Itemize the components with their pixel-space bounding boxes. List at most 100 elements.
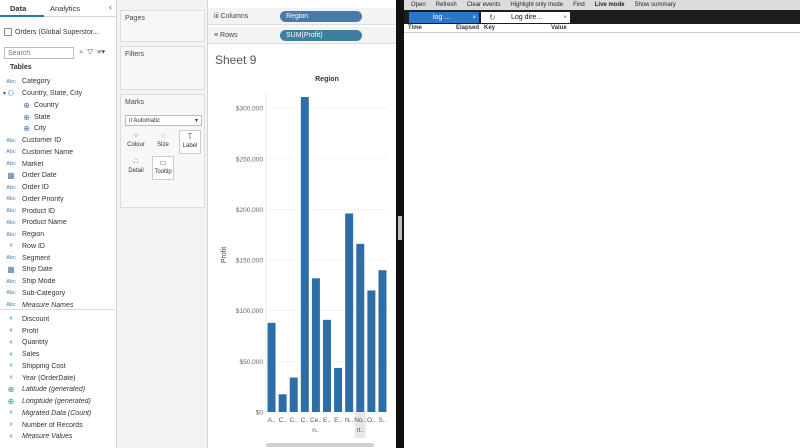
field-item[interactable]: Abc Product ID <box>0 205 115 217</box>
bar[interactable] <box>323 319 331 412</box>
field-item[interactable]: Abc Category <box>0 76 115 88</box>
log-menu-item[interactable]: Refresh <box>436 2 457 8</box>
detail-button[interactable]: ∴ Detail <box>125 156 147 180</box>
field-item[interactable]: Abc Region <box>0 229 115 241</box>
field-item[interactable]: # Shipping Cost <box>0 361 115 373</box>
field-item[interactable]: ⊕ City <box>0 123 115 135</box>
log-menu-item[interactable]: Highlight only mode <box>510 2 563 8</box>
field-item[interactable]: # Migrated Data (Count) <box>0 408 115 420</box>
field-item[interactable]: # Profit <box>0 325 115 337</box>
tab-analytics[interactable]: Analytics <box>50 4 80 13</box>
data-pane: Data Analytics ‹ Orders (Global Supersto… <box>0 0 117 448</box>
cards-column: Pages Filters Marks ıl Automatic ▾ ⁘ Colo… <box>117 0 208 448</box>
field-item[interactable]: # Quantity <box>0 337 115 349</box>
field-item[interactable]: # Year (OrderDate) <box>0 372 115 384</box>
bar[interactable] <box>367 290 376 412</box>
field-item[interactable]: Abc Market <box>0 158 115 170</box>
profit-pill[interactable]: SUM(Profit) <box>280 29 362 41</box>
collapse-icon[interactable]: ‹ <box>109 2 112 12</box>
tooltip-button[interactable]: ▭ Tooltip <box>152 156 174 180</box>
col-value[interactable]: Value <box>551 25 567 31</box>
field-item[interactable]: ⊕ Latitude (generated) <box>0 384 115 396</box>
field-item[interactable]: # Sales <box>0 349 115 361</box>
log-menu-item[interactable]: Clear events <box>467 2 501 8</box>
field-item[interactable]: ⊕ Longitude (generated) <box>0 396 115 408</box>
label-button[interactable]: T Label <box>179 130 201 154</box>
log-directory-tab[interactable]: ↻ Log dire... × <box>481 12 570 23</box>
splitter-grip[interactable] <box>398 216 402 240</box>
log-menu-item[interactable]: Show summary <box>634 2 675 8</box>
field-item[interactable]: ▦ Ship Date <box>0 264 115 276</box>
log-menu-item[interactable]: Open <box>411 2 426 8</box>
field-item[interactable]: Abc Ship Mode <box>0 276 115 288</box>
search-input[interactable] <box>4 47 74 59</box>
log-events-list[interactable] <box>404 34 800 448</box>
log-tabs: log ... × ↻ Log dire... × <box>404 10 800 24</box>
columns-shelf[interactable]: iii Columns Region <box>208 8 396 25</box>
field-label: Ship Date <box>22 266 53 274</box>
bar[interactable] <box>378 270 387 412</box>
pages-card[interactable]: Pages <box>120 10 205 42</box>
data-pane-tabs: Data Analytics ‹ <box>0 0 116 17</box>
field-item[interactable]: ⊕ Country <box>0 100 115 112</box>
field-item[interactable]: Abc Order Priority <box>0 194 115 206</box>
x-tick-label-line2: n.. <box>312 427 319 434</box>
bar[interactable] <box>267 322 276 412</box>
x-tick-label: C.. <box>290 417 299 424</box>
bar-chart: Region Profit $0 $50,000 $100,000 $150,000 $20… <box>221 76 388 438</box>
bar[interactable] <box>311 278 320 412</box>
field-item[interactable]: # Row ID <box>0 241 115 253</box>
filters-card[interactable]: Filters <box>120 46 205 90</box>
horizontal-scrollbar[interactable] <box>266 443 374 447</box>
tab-data[interactable]: Data <box>10 4 26 13</box>
bar[interactable] <box>356 243 365 412</box>
field-label: Region <box>22 231 45 239</box>
close-icon[interactable]: × <box>563 15 567 21</box>
log-menu-item[interactable]: Find <box>573 2 585 8</box>
field-item[interactable]: Abc Sub-Category <box>0 288 115 300</box>
log-tab-active[interactable]: log ... × <box>409 12 479 23</box>
sheet-title[interactable]: Sheet 9 <box>215 53 256 67</box>
bar[interactable] <box>334 367 343 412</box>
filters-title: Filters <box>125 51 145 58</box>
col-time[interactable]: Time <box>408 25 422 31</box>
log-menu-item[interactable]: Live mode <box>595 2 625 8</box>
col-key[interactable]: Key <box>484 25 495 31</box>
rows-shelf[interactable]: ≡ Rows SUM(Profit) <box>208 27 396 44</box>
date-type-icon: ▦ <box>7 265 15 275</box>
size-button[interactable]: ◌ Size <box>152 130 174 154</box>
field-label: Measure Names <box>22 301 74 309</box>
field-label: Quantity <box>22 339 49 347</box>
mark-type-dropdown[interactable]: ıl Automatic ▾ <box>125 115 202 126</box>
region-pill[interactable]: Region <box>280 10 362 22</box>
field-item[interactable]: ⊕ State <box>0 111 115 123</box>
bar[interactable] <box>278 394 287 412</box>
field-label: Market <box>22 160 44 168</box>
rows-label-text: Rows <box>220 31 238 39</box>
colour-button[interactable]: ⁘ Colour <box>125 130 147 154</box>
dimension-measure-divider <box>0 309 115 310</box>
field-item[interactable]: Abc Segment <box>0 252 115 264</box>
bar[interactable] <box>289 377 298 412</box>
field-item[interactable]: Abc Order ID <box>0 182 115 194</box>
bar[interactable] <box>300 96 309 413</box>
view-options-icon[interactable]: ≡▾ <box>97 47 105 57</box>
field-item[interactable]: ▦ Order Date <box>0 170 115 182</box>
expand-icon[interactable]: ▾ <box>3 90 6 97</box>
field-item[interactable]: Abc Product Name <box>0 217 115 229</box>
pane-splitter[interactable] <box>396 0 404 448</box>
bar[interactable] <box>345 213 354 412</box>
string-type-icon: Abc <box>6 184 16 191</box>
field-label: State <box>34 113 51 121</box>
filter-icon[interactable]: ▽ <box>87 47 93 57</box>
datasource-item[interactable]: Orders (Global Superstor... <box>4 25 114 39</box>
close-icon[interactable]: × <box>472 15 476 21</box>
field-item[interactable]: ▾ ⚇ Country, State, City <box>0 88 115 100</box>
field-item[interactable]: # Measure Values <box>0 431 115 443</box>
field-item[interactable]: # Number of Records <box>0 419 115 431</box>
col-elapsed[interactable]: Elapsed <box>456 25 479 31</box>
field-item[interactable]: Abc Customer ID <box>0 135 115 147</box>
field-item[interactable]: Abc Customer Name <box>0 147 115 159</box>
field-item[interactable]: # Discount <box>0 314 115 326</box>
search-icon[interactable]: ⌕ <box>79 47 83 57</box>
